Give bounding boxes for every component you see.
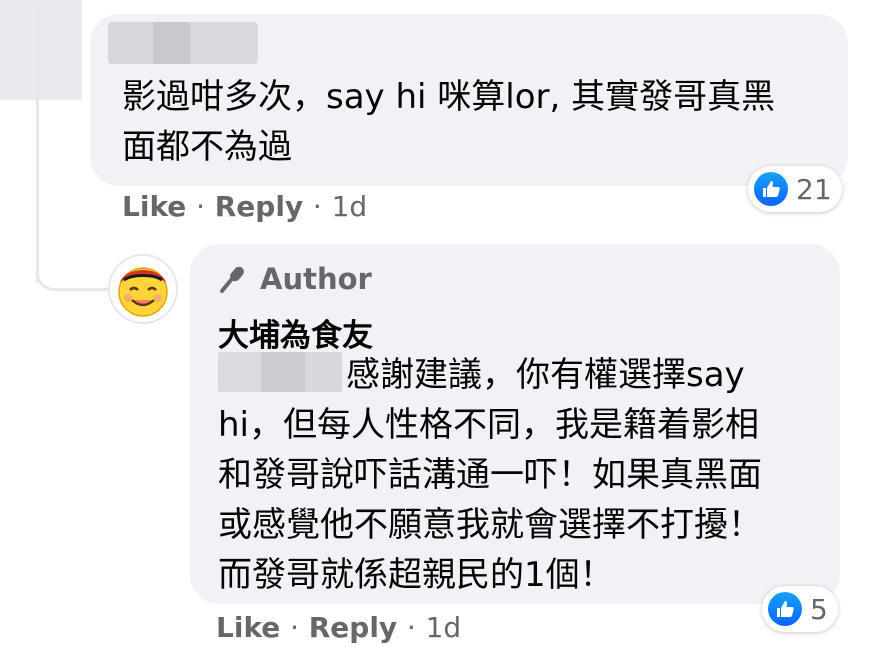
reaction-count[interactable]: 21 — [748, 166, 842, 212]
reply-button[interactable]: Reply — [309, 611, 397, 644]
separator: · — [312, 190, 322, 223]
reaction-count[interactable]: 5 — [762, 586, 838, 632]
reply-text: 感謝建議，你有權選擇say hi，但每人性格不同，我是籍着影相 和發哥說吓話溝通… — [218, 350, 828, 600]
comment-text: 影過咁多次，say hi 咪算lor, 其實發哥真黑 面都不為過 — [122, 72, 822, 172]
reply-actions: Like · Reply · 1d — [216, 611, 461, 644]
like-icon — [768, 592, 802, 626]
like-button[interactable]: Like — [122, 190, 186, 223]
reaction-count-text: 21 — [796, 172, 832, 206]
timestamp[interactable]: 1d — [332, 190, 368, 223]
blurred-commenter-name[interactable] — [108, 22, 258, 64]
reply-text-line: 或感覺他不願意我就會選擇不打擾！ — [218, 505, 762, 545]
thread-connector — [36, 268, 119, 291]
like-button[interactable]: Like — [216, 611, 280, 644]
blurred-mention[interactable] — [218, 352, 342, 392]
reply-text-fragment: 感謝建議，你有權選擇say — [346, 355, 745, 395]
reply-text-line: 感謝建議，你有權選擇say — [218, 350, 828, 400]
author-badge: Author — [218, 262, 372, 296]
separator: · — [196, 190, 205, 223]
reaction-count-text: 5 — [810, 592, 828, 626]
comment-text-line: 面都不為過 — [122, 127, 292, 167]
microphone-icon — [220, 266, 244, 293]
comment-text-line: 影過咁多次，say hi 咪算lor, 其實發哥真黑 — [122, 77, 776, 117]
reply-text-line: hi，但每人性格不同，我是籍着影相 — [218, 405, 759, 445]
blurred-avatar — [0, 0, 82, 100]
thread-line — [36, 8, 39, 283]
comment-actions: Like · Reply · 1d — [122, 190, 367, 223]
like-icon — [754, 172, 788, 206]
reply-author-name[interactable]: 大埔為食友 — [218, 310, 373, 355]
reply-text-line: 而發哥就係超親民的1個！ — [218, 555, 614, 595]
timestamp[interactable]: 1d — [426, 611, 462, 644]
reply-button[interactable]: Reply — [215, 190, 303, 223]
reply-text-line: 和發哥說吓話溝通一吓！如果真黑面 — [218, 455, 762, 495]
avatar[interactable] — [108, 254, 178, 324]
separator: · — [290, 611, 299, 644]
author-badge-label: Author — [260, 262, 372, 296]
separator: · — [406, 611, 416, 644]
